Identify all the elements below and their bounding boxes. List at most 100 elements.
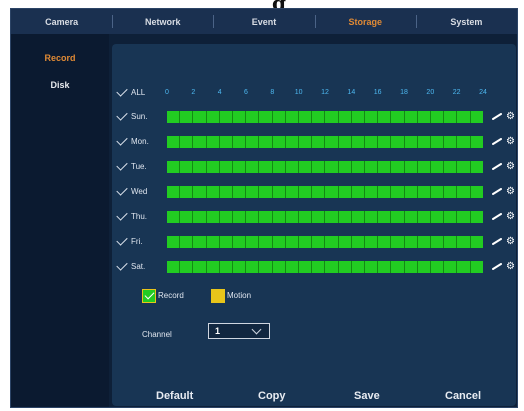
schedule-segment[interactable] xyxy=(246,136,260,148)
schedule-segment[interactable] xyxy=(206,236,220,248)
schedule-segment[interactable] xyxy=(167,236,181,248)
default-button[interactable]: Default xyxy=(156,390,193,402)
schedule-segment[interactable] xyxy=(351,136,366,148)
day-checkbox-icon[interactable] xyxy=(116,134,128,146)
schedule-segment[interactable] xyxy=(193,136,207,148)
schedule-segment[interactable] xyxy=(206,136,220,148)
schedule-segment[interactable] xyxy=(391,211,405,223)
tab-network[interactable]: Network xyxy=(112,9,213,34)
copy-button[interactable]: Copy xyxy=(258,390,286,402)
schedule-segment[interactable] xyxy=(193,236,207,248)
schedule-segment[interactable] xyxy=(259,211,273,223)
schedule-segment[interactable] xyxy=(444,136,458,148)
cancel-button[interactable]: Cancel xyxy=(445,390,481,402)
schedule-segment[interactable] xyxy=(365,261,379,273)
schedule-segment[interactable] xyxy=(351,236,366,248)
pencil-icon[interactable] xyxy=(492,263,503,270)
pencil-icon[interactable] xyxy=(492,238,503,245)
schedule-segment[interactable] xyxy=(325,211,339,223)
schedule-segment[interactable] xyxy=(404,236,418,248)
schedule-segment[interactable] xyxy=(259,161,273,173)
day-checkbox-icon[interactable] xyxy=(116,234,128,246)
schedule-segment[interactable] xyxy=(233,161,247,173)
sidebar-item-record[interactable]: Record xyxy=(11,53,109,63)
schedule-segment[interactable] xyxy=(431,136,445,148)
schedule-segment[interactable] xyxy=(431,211,445,223)
schedule-bar[interactable] xyxy=(167,186,483,198)
schedule-segment[interactable] xyxy=(299,261,313,273)
schedule-segment[interactable] xyxy=(233,136,247,148)
schedule-segment[interactable] xyxy=(233,236,247,248)
schedule-segment[interactable] xyxy=(404,136,418,148)
all-checkbox-icon[interactable] xyxy=(116,85,128,97)
schedule-segment[interactable] xyxy=(417,236,432,248)
schedule-segment[interactable] xyxy=(470,261,483,273)
schedule-segment[interactable] xyxy=(285,136,300,148)
schedule-segment[interactable] xyxy=(180,236,194,248)
schedule-segment[interactable] xyxy=(325,261,339,273)
schedule-segment[interactable] xyxy=(444,161,458,173)
day-checkbox-icon[interactable] xyxy=(116,184,128,196)
schedule-segment[interactable] xyxy=(417,261,432,273)
schedule-segment[interactable] xyxy=(378,161,392,173)
schedule-segment[interactable] xyxy=(404,111,418,123)
day-checkbox-icon[interactable] xyxy=(116,259,128,271)
schedule-segment[interactable] xyxy=(246,111,260,123)
schedule-segment[interactable] xyxy=(206,261,220,273)
schedule-segment[interactable] xyxy=(246,211,260,223)
schedule-segment[interactable] xyxy=(325,161,339,173)
schedule-segment[interactable] xyxy=(180,161,194,173)
schedule-segment[interactable] xyxy=(219,261,234,273)
schedule-segment[interactable] xyxy=(312,211,326,223)
schedule-segment[interactable] xyxy=(233,111,247,123)
schedule-segment[interactable] xyxy=(470,186,483,198)
schedule-segment[interactable] xyxy=(259,186,273,198)
schedule-segment[interactable] xyxy=(404,211,418,223)
schedule-segment[interactable] xyxy=(417,136,432,148)
schedule-segment[interactable] xyxy=(378,261,392,273)
schedule-segment[interactable] xyxy=(391,261,405,273)
schedule-segment[interactable] xyxy=(391,186,405,198)
schedule-segment[interactable] xyxy=(338,211,352,223)
schedule-segment[interactable] xyxy=(219,161,234,173)
schedule-segment[interactable] xyxy=(206,186,220,198)
channel-select[interactable]: 1 xyxy=(208,323,270,339)
save-button[interactable]: Save xyxy=(354,390,380,402)
schedule-segment[interactable] xyxy=(272,161,286,173)
schedule-segment[interactable] xyxy=(338,136,352,148)
schedule-segment[interactable] xyxy=(233,186,247,198)
schedule-segment[interactable] xyxy=(404,161,418,173)
schedule-segment[interactable] xyxy=(272,111,286,123)
schedule-segment[interactable] xyxy=(233,211,247,223)
schedule-segment[interactable] xyxy=(285,211,300,223)
schedule-segment[interactable] xyxy=(338,236,352,248)
schedule-segment[interactable] xyxy=(365,211,379,223)
schedule-segment[interactable] xyxy=(365,186,379,198)
schedule-segment[interactable] xyxy=(431,111,445,123)
schedule-segment[interactable] xyxy=(444,236,458,248)
schedule-segment[interactable] xyxy=(417,211,432,223)
schedule-segment[interactable] xyxy=(312,161,326,173)
schedule-segment[interactable] xyxy=(312,111,326,123)
schedule-segment[interactable] xyxy=(391,136,405,148)
schedule-segment[interactable] xyxy=(378,136,392,148)
schedule-segment[interactable] xyxy=(180,136,194,148)
schedule-segment[interactable] xyxy=(219,211,234,223)
schedule-segment[interactable] xyxy=(285,111,300,123)
schedule-segment[interactable] xyxy=(167,136,181,148)
schedule-segment[interactable] xyxy=(444,111,458,123)
schedule-segment[interactable] xyxy=(351,261,366,273)
schedule-segment[interactable] xyxy=(338,161,352,173)
day-checkbox-icon[interactable] xyxy=(116,209,128,221)
schedule-segment[interactable] xyxy=(312,236,326,248)
schedule-segment[interactable] xyxy=(470,161,483,173)
schedule-segment[interactable] xyxy=(338,261,352,273)
schedule-segment[interactable] xyxy=(272,236,286,248)
schedule-bar[interactable] xyxy=(167,261,483,273)
schedule-segment[interactable] xyxy=(312,186,326,198)
schedule-segment[interactable] xyxy=(431,161,445,173)
gear-icon[interactable]: ⚙ xyxy=(506,262,515,272)
pencil-icon[interactable] xyxy=(492,188,503,195)
schedule-bar[interactable] xyxy=(167,211,483,223)
schedule-segment[interactable] xyxy=(206,111,220,123)
